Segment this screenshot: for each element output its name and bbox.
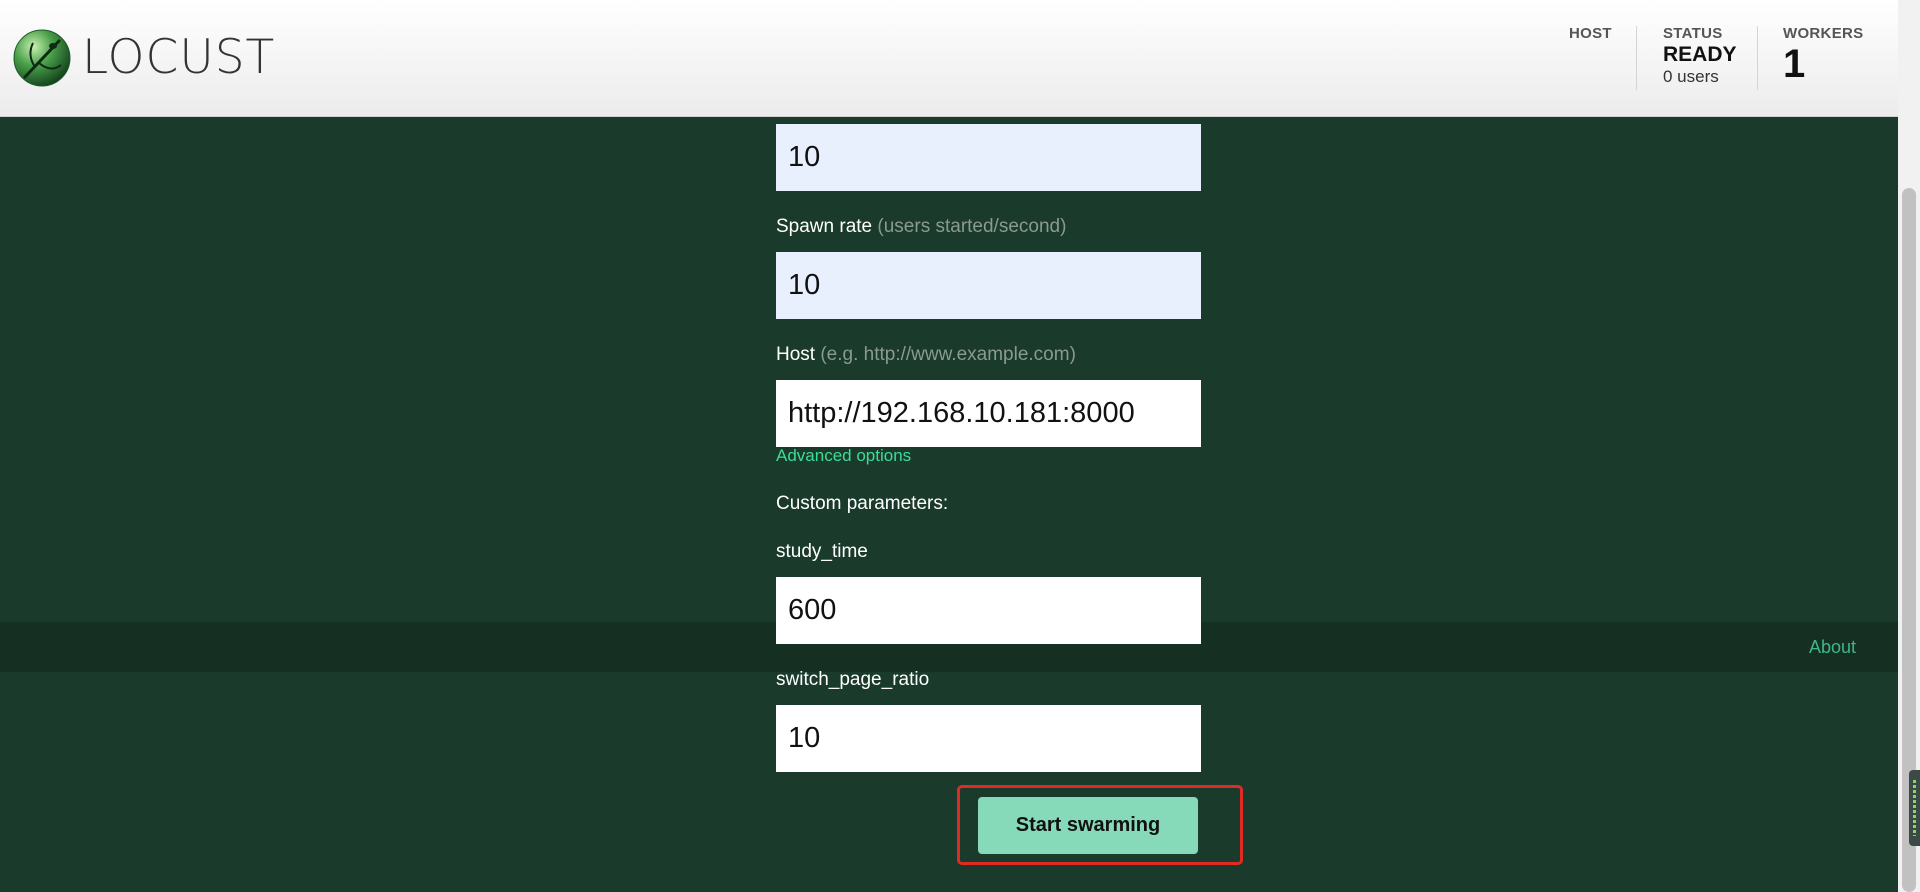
status-value: READY xyxy=(1663,43,1737,66)
status-label: STATUS xyxy=(1663,25,1723,42)
stat-divider xyxy=(1636,26,1637,90)
workers-value: 1 xyxy=(1783,42,1806,86)
spawn-rate-label-text: Spawn rate xyxy=(776,216,873,237)
workers-stat: WORKERS 1 xyxy=(1783,24,1863,84)
host-stat: HOST xyxy=(1569,24,1612,44)
vertical-scrollbar[interactable] xyxy=(1898,0,1920,892)
spawn-rate-input[interactable] xyxy=(776,252,1201,319)
status-stat: STATUS READY 0 users xyxy=(1663,24,1737,88)
study-time-input[interactable] xyxy=(776,577,1201,644)
about-link[interactable]: About xyxy=(1809,637,1856,658)
switch-page-ratio-label: switch_page_ratio xyxy=(776,669,930,690)
spawn-rate-hint: (users started/second) xyxy=(877,216,1067,237)
locust-logo-icon[interactable] xyxy=(13,29,71,87)
host-label: Host (e.g. http://www.example.com) xyxy=(776,344,1076,366)
logo-text: LOCUST xyxy=(82,30,276,85)
host-label: HOST xyxy=(1569,25,1612,42)
status-users: 0 users xyxy=(1663,67,1719,86)
advanced-options-link[interactable]: Advanced options xyxy=(776,446,911,466)
workers-label: WORKERS xyxy=(1783,25,1864,42)
custom-parameters-label: Custom parameters: xyxy=(776,493,949,514)
stat-divider xyxy=(1757,26,1758,90)
switch-page-ratio-input[interactable] xyxy=(776,705,1201,772)
host-hint: (e.g. http://www.example.com) xyxy=(820,344,1076,365)
side-widget-icon[interactable] xyxy=(1909,770,1920,846)
host-label-text: Host xyxy=(776,344,816,365)
spawn-rate-label: Spawn rate (users started/second) xyxy=(776,216,1066,238)
number-of-users-input[interactable] xyxy=(776,124,1201,191)
host-input[interactable] xyxy=(776,380,1201,447)
top-header: LOCUST HOST STATUS READY 0 users WORKERS… xyxy=(0,0,1898,117)
highlight-annotation xyxy=(957,785,1243,865)
study-time-label: study_time xyxy=(776,541,868,562)
